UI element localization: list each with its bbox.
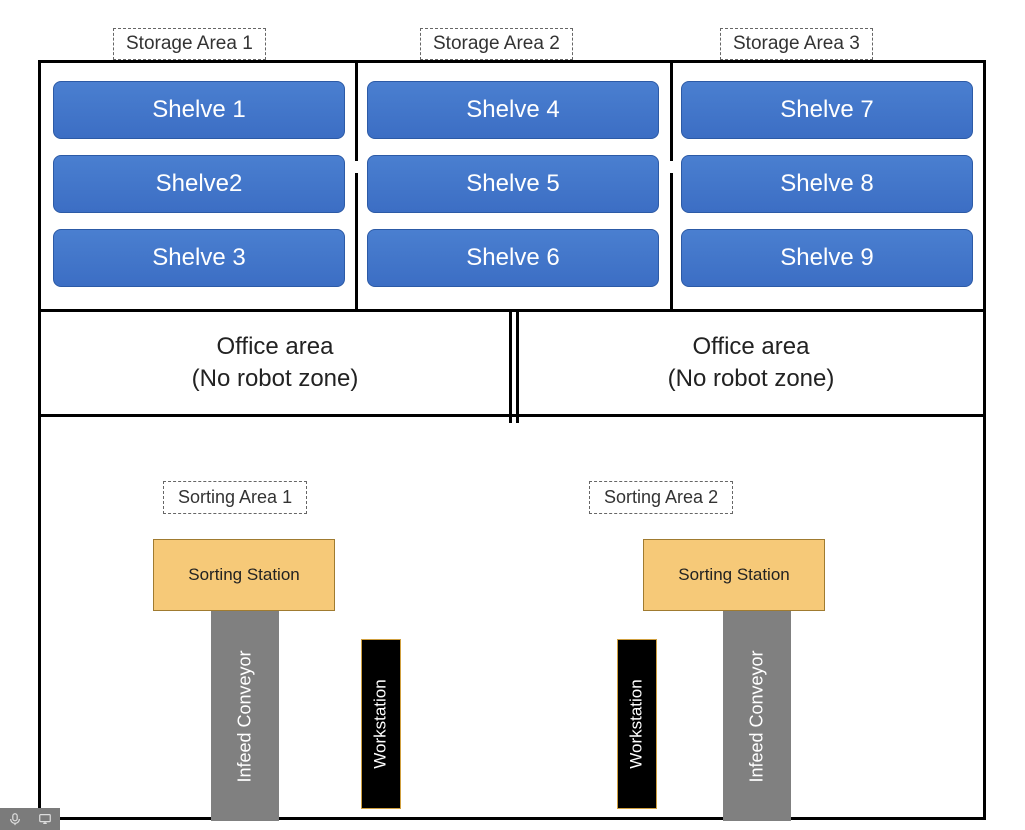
workstation-1-label: Workstation	[371, 679, 391, 768]
office-1-line2: (No robot zone)	[192, 363, 359, 395]
shelve-3: Shelve 3	[53, 229, 345, 287]
storage-area-1-label: Storage Area 1	[113, 28, 266, 60]
workstation-2-label: Workstation	[627, 679, 647, 768]
office-area-1: Office area (No robot zone)	[41, 312, 509, 414]
office-zone: Office area (No robot zone) Office area …	[41, 309, 983, 417]
workstation-2: Workstation	[617, 639, 657, 809]
storage-zone: Shelve 1 Shelve2 Shelve 3 Shelve 4 Shelv…	[41, 63, 983, 309]
shelve-2: Shelve2	[53, 155, 345, 213]
workstation-1: Workstation	[361, 639, 401, 809]
storage-area-3-label: Storage Area 3	[720, 28, 873, 60]
office-area-2: Office area (No robot zone)	[519, 312, 983, 414]
divider	[355, 173, 358, 309]
infeed-1-label: Infeed Conveyor	[235, 650, 256, 782]
shelve-7: Shelve 7	[681, 81, 973, 139]
sorting-station-2: Sorting Station	[643, 539, 825, 611]
shelve-5: Shelve 5	[367, 155, 659, 213]
mic-icon[interactable]	[0, 808, 30, 830]
office-separator	[509, 309, 519, 423]
office-1-line1: Office area	[217, 331, 334, 363]
sorting-area-1-label: Sorting Area 1	[163, 481, 307, 514]
divider	[670, 173, 673, 309]
office-2-line1: Office area	[693, 331, 810, 363]
shelve-8: Shelve 8	[681, 155, 973, 213]
taskbar	[0, 808, 60, 830]
shelve-1: Shelve 1	[53, 81, 345, 139]
office-2-line2: (No robot zone)	[668, 363, 835, 395]
storage-area-2-label: Storage Area 2	[420, 28, 573, 60]
infeed-conveyor-1: Infeed Conveyor	[211, 611, 279, 821]
divider	[670, 63, 673, 161]
shelve-6: Shelve 6	[367, 229, 659, 287]
sorting-station-1: Sorting Station	[153, 539, 335, 611]
infeed-2-label: Infeed Conveyor	[747, 650, 768, 782]
shelve-9: Shelve 9	[681, 229, 973, 287]
sorting-zone: Sorting Area 1 Sorting Area 2 Sorting St…	[41, 417, 983, 817]
sorting-area-2-label: Sorting Area 2	[589, 481, 733, 514]
floor-plan: Shelve 1 Shelve2 Shelve 3 Shelve 4 Shelv…	[38, 60, 986, 820]
monitor-icon[interactable]	[30, 808, 60, 830]
divider	[355, 63, 358, 161]
infeed-conveyor-2: Infeed Conveyor	[723, 611, 791, 821]
shelve-4: Shelve 4	[367, 81, 659, 139]
